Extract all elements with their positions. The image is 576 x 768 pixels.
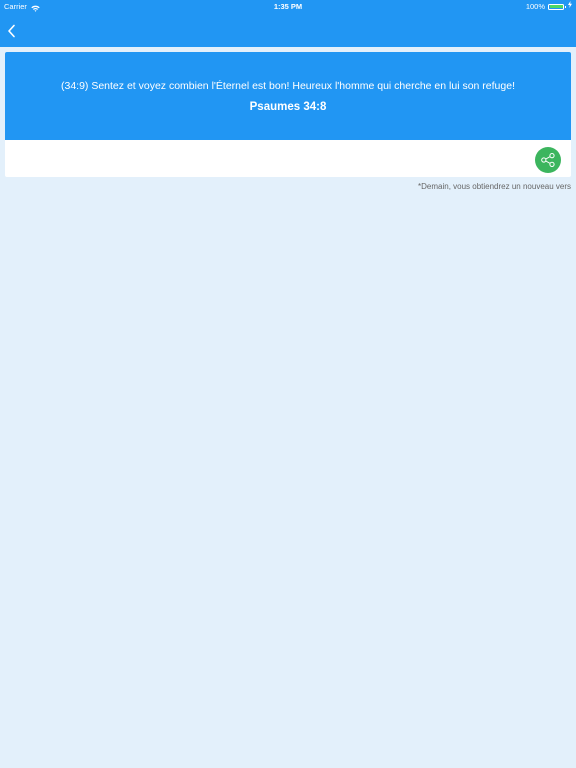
verse-reference: Psaumes 34:8 — [249, 101, 327, 113]
verse-card: (34:9) Sentez et voyez combien l'Éternel… — [5, 52, 571, 177]
navigation-bar — [0, 13, 576, 47]
chevron-left-icon — [8, 24, 15, 38]
status-time: 1:35 PM — [273, 2, 303, 11]
share-button[interactable] — [535, 147, 561, 173]
back-button[interactable] — [4, 23, 20, 39]
battery-percent: 100% — [525, 2, 545, 11]
status-bar: Carrier 1:35 PM 100% — [0, 0, 576, 13]
verse-text: (34:9) Sentez et voyez combien l'Éternel… — [60, 80, 515, 92]
footnote: *Demain, vous obtiendrez un nouveau vers — [418, 182, 571, 191]
status-right: 100% — [526, 0, 572, 13]
verse-panel: (34:9) Sentez et voyez combien l'Éternel… — [5, 52, 571, 140]
charging-icon — [568, 0, 572, 13]
battery-fill — [549, 5, 563, 8]
share-icon — [541, 153, 555, 167]
battery-icon — [548, 3, 566, 10]
